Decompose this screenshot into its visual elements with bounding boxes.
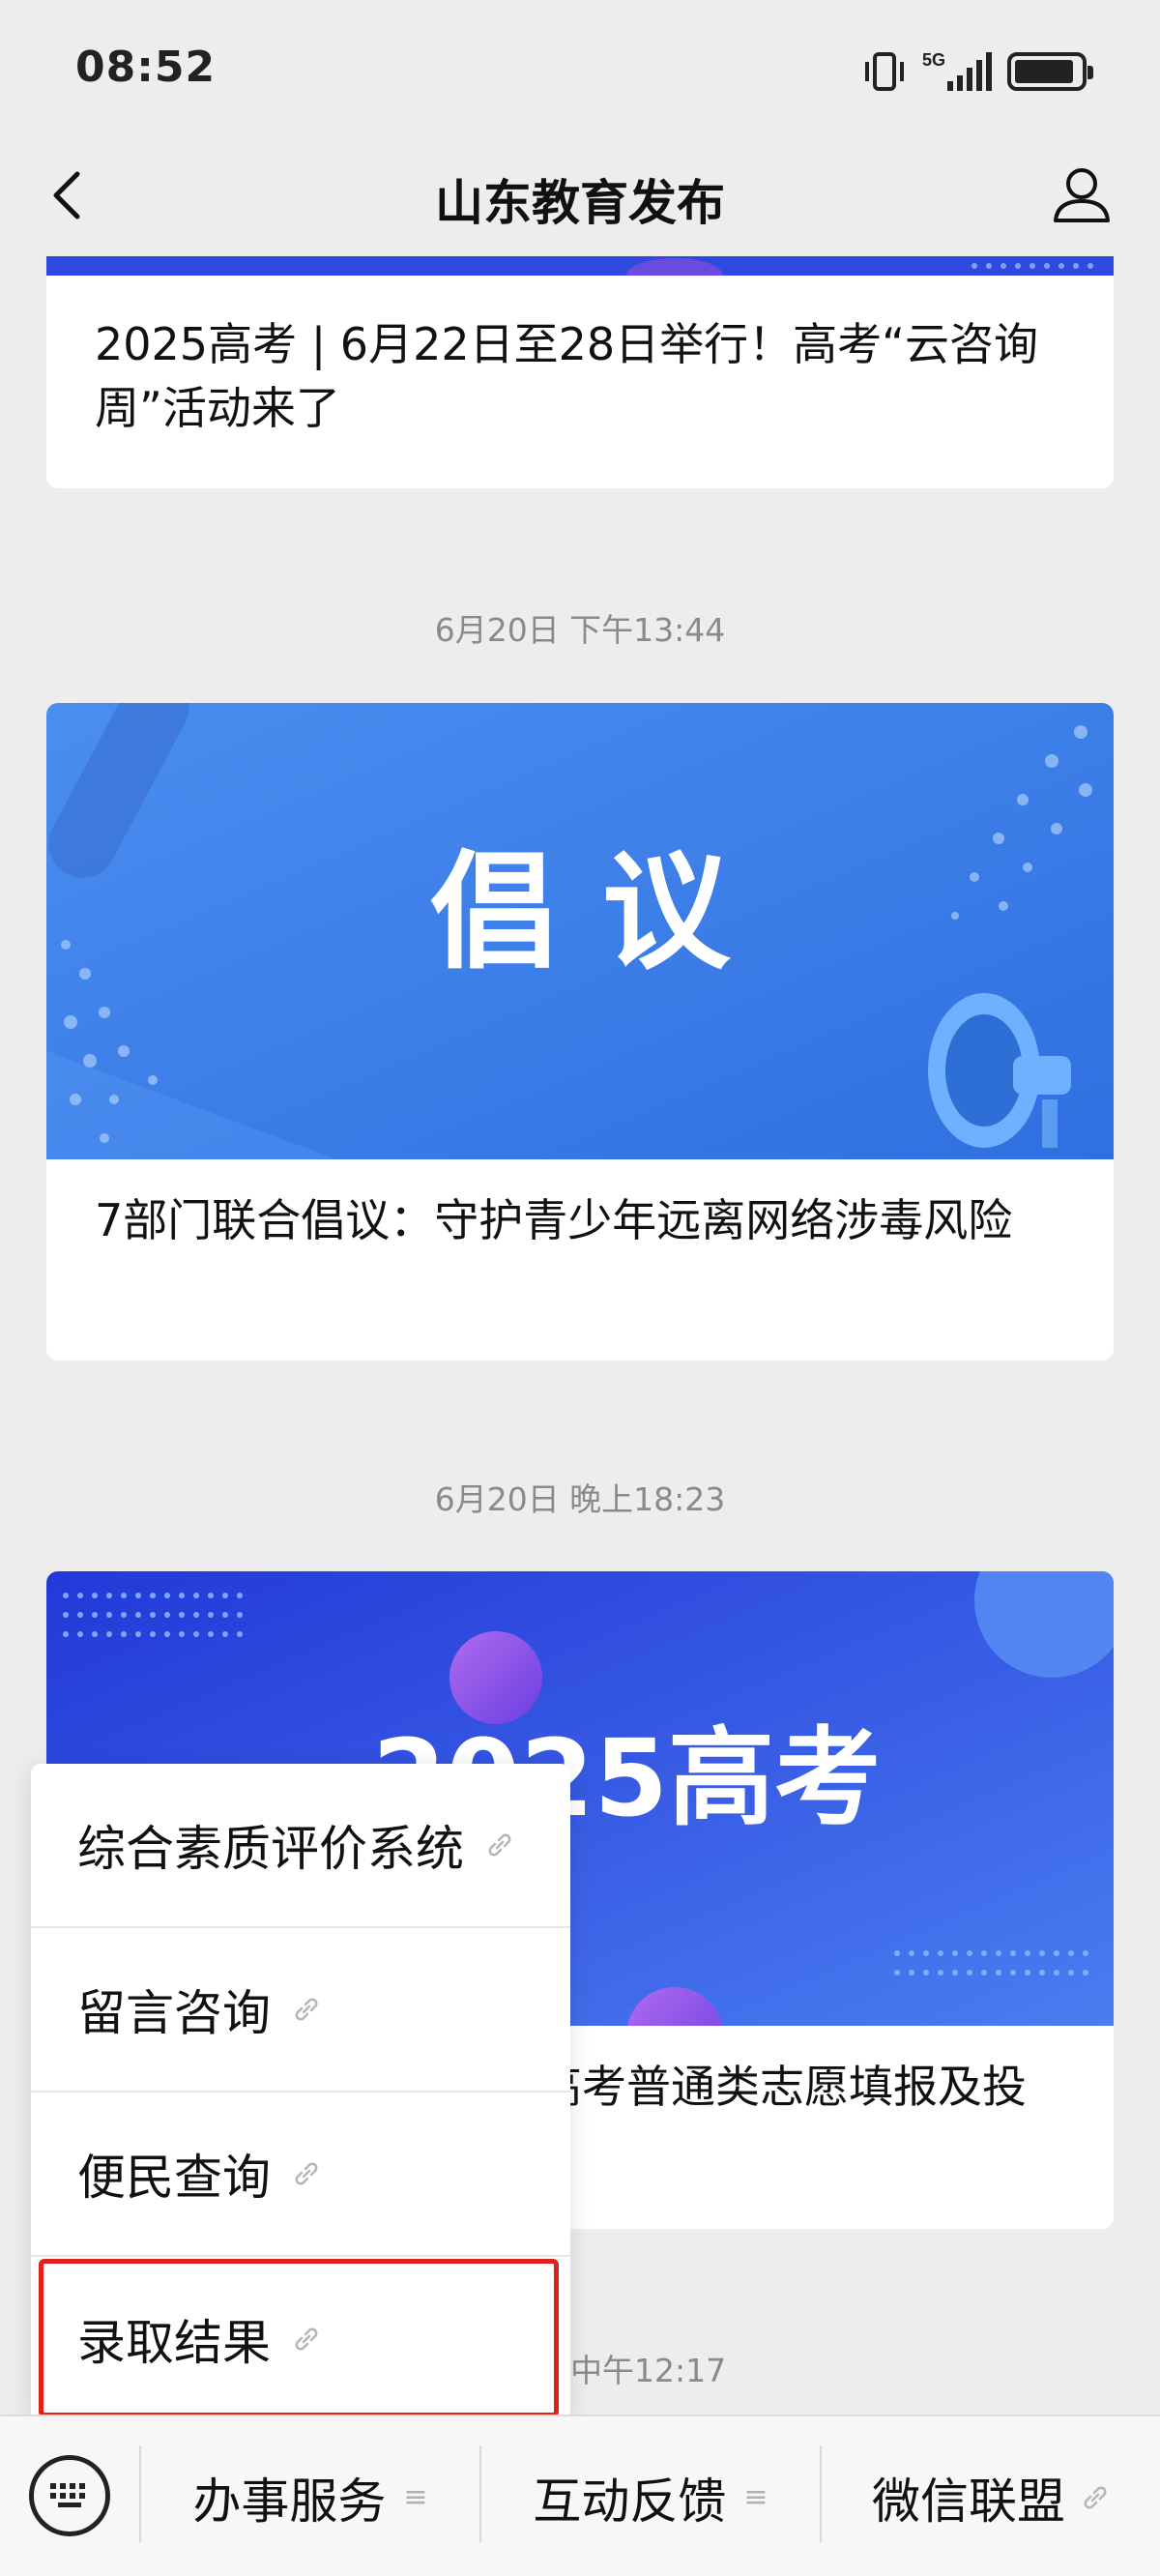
message-timestamp: 6月20日 下午13:44 [434,611,726,649]
nav-bar: 山东教育发布 [0,135,1160,256]
status-time: 08:52 [75,43,217,92]
banner-text: 倡 议 [430,838,731,987]
message-timestamp: 6月20日 晚上18:23 [434,1480,726,1518]
article-card[interactable]: 2025高考 | 6月22日至28日举行！高考“云咨询周”活动来了 [46,256,1114,488]
menu-tab-feedback[interactable]: 互动反馈 ≡ [481,2416,820,2576]
menu-item-label: 留言咨询 [77,1985,271,2041]
link-icon [292,1995,321,2024]
link-icon [1081,2483,1110,2512]
bottom-menu-bar: 办事服务 ≡ 互动反馈 ≡ 微信联盟 [0,2415,1160,2576]
link-icon [292,2159,321,2188]
message-timestamp: 中午12:17 [570,2352,727,2389]
link-icon [292,2325,321,2354]
page-title: 山东教育发布 [435,175,725,231]
menu-tab-services[interactable]: 办事服务 ≡ [141,2416,479,2576]
battery-icon [1007,52,1093,91]
submenu-popup: 综合素质评价系统 留言咨询 便民查询 录取结果 [31,1764,570,2421]
keyboard-icon[interactable] [29,2455,110,2536]
vibrate-icon [865,52,904,91]
status-bar: 08:52 5G [0,0,1160,135]
status-icons: 5G [862,48,1093,95]
article-banner: 倡 议 [46,703,1114,1159]
signal-5g-icon: 5G [922,50,992,91]
menu-tab-label: 办事服务 [192,2473,387,2530]
article-banner [46,256,1114,293]
network-label: 5G [922,50,945,70]
menu-tab-label: 互动反馈 [533,2473,727,2530]
article-title[interactable]: 7部门联合倡议：守护青少年远离网络涉毒风险 [46,1163,1114,1252]
menu-item-public-query[interactable]: 便民查询 [31,2093,570,2257]
link-icon [485,1830,514,1859]
menu-item-admission-result[interactable]: 录取结果 [31,2257,570,2421]
menu-item-message-consult[interactable]: 留言咨询 [31,1928,570,2093]
menu-item-label: 综合素质评价系统 [77,1821,464,1877]
menu-tab-wechat-alliance[interactable]: 微信联盟 [822,2416,1160,2576]
article-title[interactable]: 2025高考 | 6月22日至28日举行！高考“云咨询周”活动来了 [46,279,1114,440]
menu-item-label: 录取结果 [77,2315,271,2371]
hamburger-icon: ≡ [743,2480,768,2514]
article-card[interactable]: 倡 议 7部门联合倡议：守护青少年远离网络涉毒风险 [46,703,1114,1361]
person-icon[interactable] [1050,157,1114,234]
menu-item-quality-evaluation[interactable]: 综合素质评价系统 [31,1764,570,1928]
menu-tab-label: 微信联盟 [872,2473,1065,2530]
menu-item-label: 便民查询 [77,2150,271,2206]
hamburger-icon: ≡ [403,2480,428,2514]
